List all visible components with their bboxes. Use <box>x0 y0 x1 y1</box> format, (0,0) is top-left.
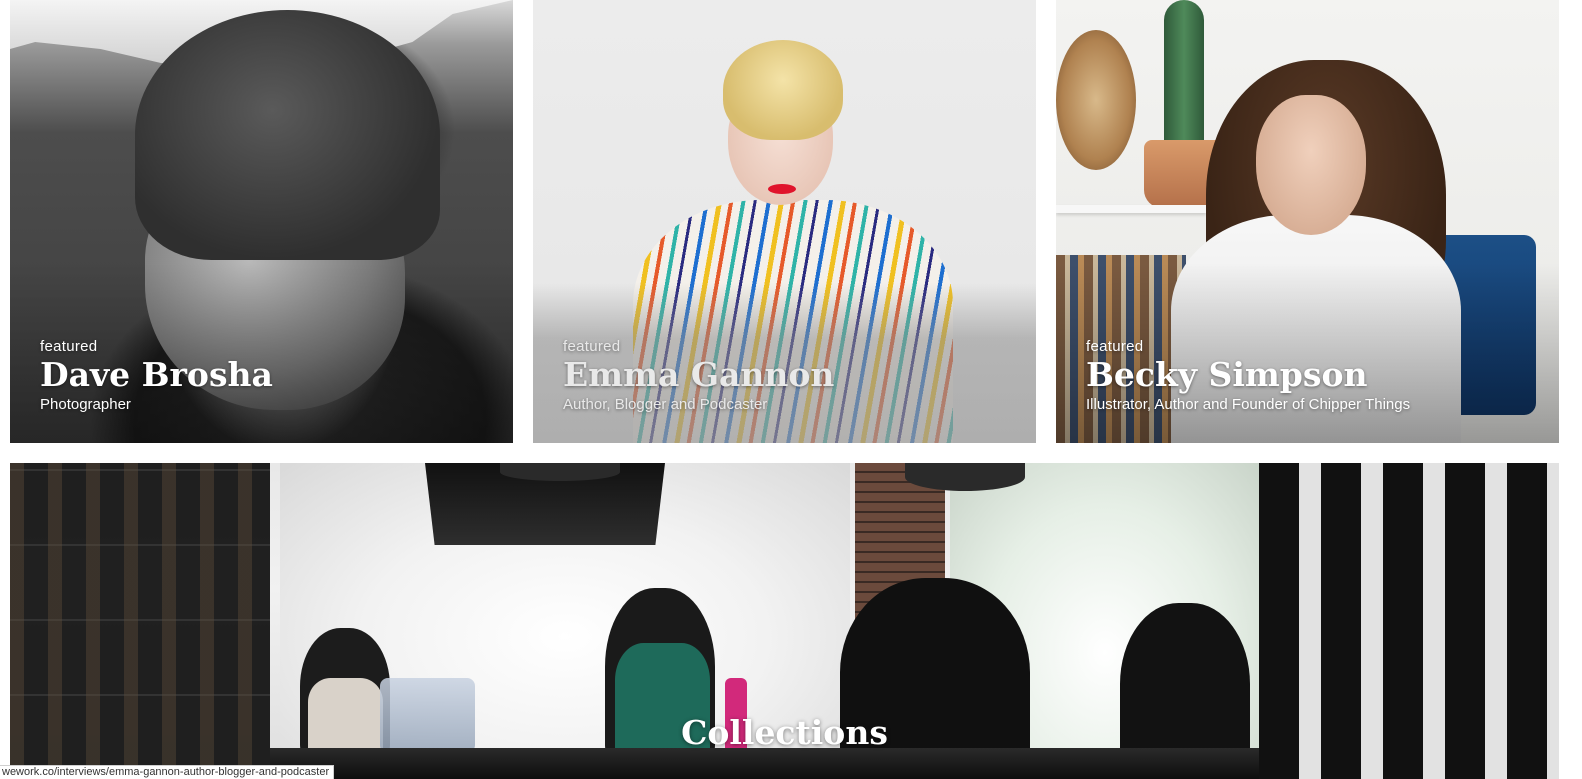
featured-label: featured <box>40 338 98 355</box>
card-caption: featured Emma Gannon Author, Blogger and… <box>563 338 834 413</box>
featured-card-dave-brosha[interactable]: featured Dave Brosha Photographer <box>10 0 513 443</box>
status-bar-url: wework.co/interviews/emma-gannon-author-… <box>0 765 335 779</box>
collections-banner[interactable]: Collections <box>10 463 1559 779</box>
person-name: Dave Brosha <box>40 355 273 394</box>
featured-label: featured <box>563 338 621 355</box>
lips-shape <box>768 184 796 194</box>
hair-shape <box>723 40 843 140</box>
cactus-plant <box>1164 0 1204 145</box>
beanie-shape <box>135 10 440 260</box>
card-caption: featured Becky Simpson Illustrator, Auth… <box>1086 338 1410 413</box>
featured-card-becky-simpson[interactable]: featured Becky Simpson Illustrator, Auth… <box>1056 0 1559 443</box>
wall-shelf <box>1056 205 1206 213</box>
person-role: Author, Blogger and Podcaster <box>563 396 768 413</box>
featured-card-emma-gannon[interactable]: featured Emma Gannon Author, Blogger and… <box>533 0 1036 443</box>
card-caption: featured Dave Brosha Photographer <box>40 338 273 413</box>
page: featured Dave Brosha Photographer featur… <box>0 0 1582 779</box>
collections-title: Collections <box>681 713 888 752</box>
person-name: Becky Simpson <box>1086 355 1368 394</box>
person-role: Illustrator, Author and Founder of Chipp… <box>1086 396 1411 413</box>
face-shape <box>1256 95 1366 235</box>
pendant-lamp <box>905 463 1025 491</box>
featured-label: featured <box>1086 338 1144 355</box>
person-name: Emma Gannon <box>563 355 835 394</box>
pendant-lamp <box>500 463 620 481</box>
person-role: Photographer <box>40 396 131 413</box>
cafe-counter <box>270 748 1259 779</box>
wood-slice-decor <box>1056 30 1136 170</box>
